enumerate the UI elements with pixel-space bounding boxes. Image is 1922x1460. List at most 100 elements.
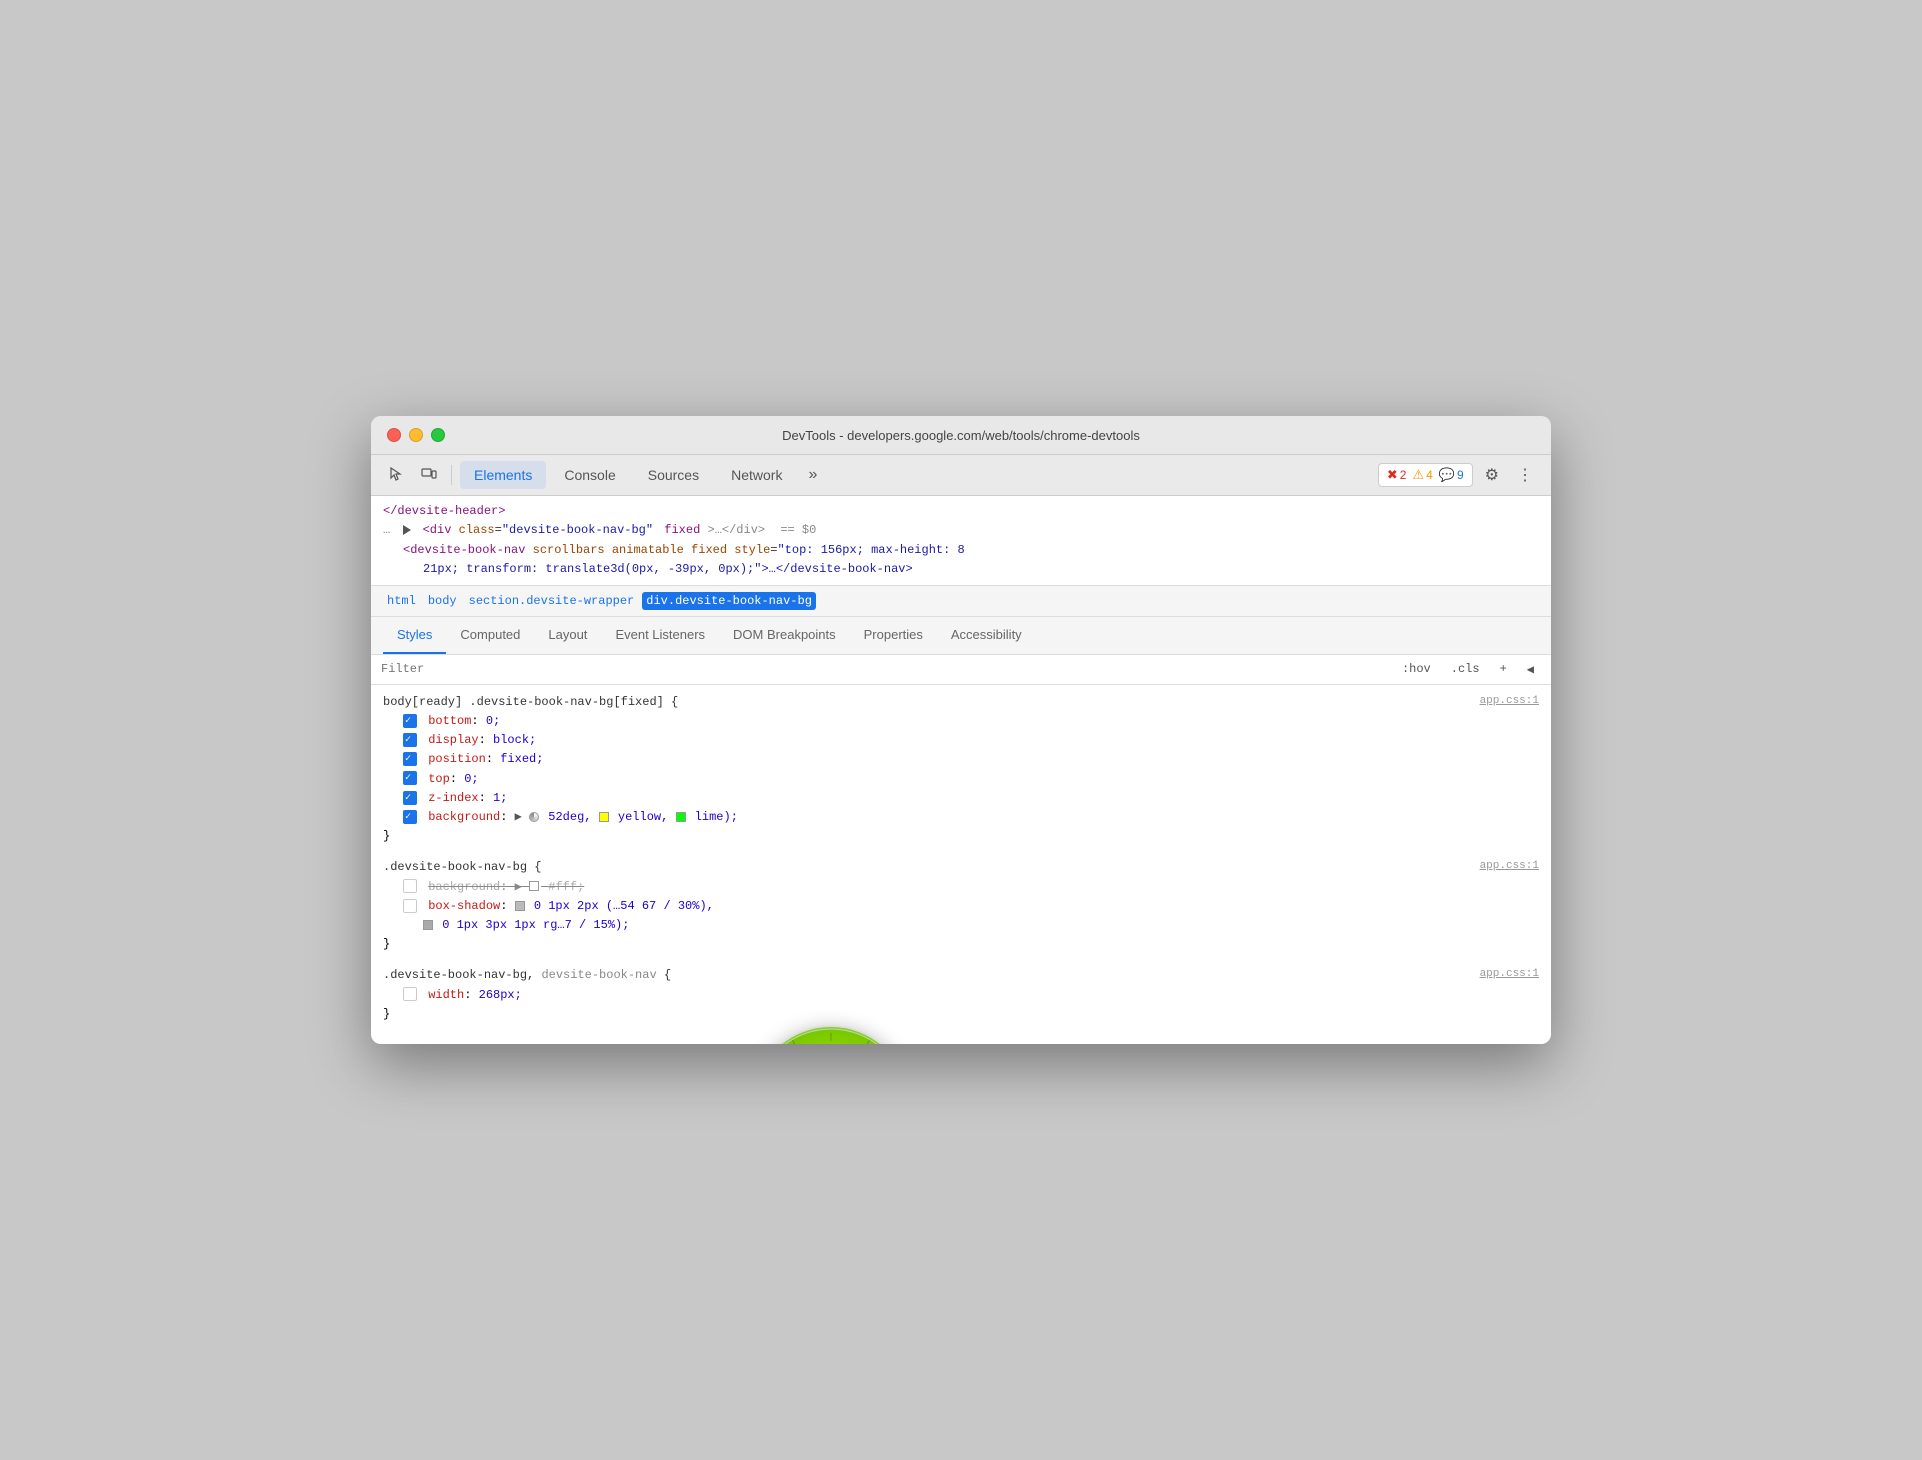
tab-dom-breakpoints[interactable]: DOM Breakpoints (719, 617, 850, 654)
css-rule-2: app.css:1 .devsite-book-nav-bg { backgro… (383, 858, 1539, 954)
maximize-button[interactable] (431, 428, 445, 442)
css-prop-width: width: 268px; (403, 986, 1539, 1005)
css-check-bg-fff[interactable] (403, 879, 417, 893)
settings-button[interactable]: ⚙ (1479, 461, 1505, 489)
filter-input[interactable] (381, 662, 1387, 676)
panel-tabs: Styles Computed Layout Event Listeners D… (371, 617, 1551, 655)
css-check-background[interactable] (403, 810, 417, 824)
selector-text-3c: { (664, 968, 671, 982)
css-rule-3: app.css:1 .devsite-book-nav-bg, devsite-… (383, 966, 1539, 1024)
traffic-lights (387, 428, 445, 442)
css-check-top[interactable] (403, 771, 417, 785)
prop-bg-fff-content: background: ▶ #fff; (428, 880, 584, 894)
tab-event-listeners[interactable]: Event Listeners (601, 617, 719, 654)
more-tabs-button[interactable]: » (800, 462, 825, 488)
dom-selected-marker: == (780, 523, 802, 537)
dom-line-3[interactable]: <devsite-book-nav scrollbars animatable … (383, 541, 1539, 560)
prop-name-display: display (428, 733, 478, 747)
prop-val-lime: lime); (695, 810, 738, 824)
css-prop-zindex: z-index: 1; (403, 789, 1539, 808)
filter-bar: :hov .cls + ◀ (371, 655, 1551, 685)
css-check-display[interactable] (403, 733, 417, 747)
prop-val-width: 268px; (479, 988, 522, 1002)
prop-val-zindex: 1; (493, 791, 507, 805)
device-toggle-button[interactable] (415, 462, 443, 489)
device-icon (421, 466, 437, 482)
gradient-expand-arrow[interactable]: ▶ (515, 810, 529, 824)
toggle-sidebar-button[interactable]: ◀ (1520, 659, 1541, 680)
prop-val-yellow: yellow, (618, 810, 676, 824)
window-title: DevTools - developers.google.com/web/too… (782, 428, 1140, 443)
css-content: app.css:1 body[ready] .devsite-book-nav-… (371, 685, 1551, 1044)
shadow-swatch-2 (423, 920, 433, 930)
css-rule-3-selector: .devsite-book-nav-bg, devsite-book-nav { (383, 966, 1539, 985)
prop-val-box-shadow-2: 0 1px 3px 1px rg…7 / 15%); (442, 918, 629, 932)
close-button[interactable] (387, 428, 401, 442)
dom-line-1: </devsite-header> (383, 502, 1539, 521)
minimize-button[interactable] (409, 428, 423, 442)
warn-icon: ⚠ (1412, 467, 1424, 483)
css-check-zindex[interactable] (403, 791, 417, 805)
css-rule-1: app.css:1 body[ready] .devsite-book-nav-… (383, 693, 1539, 847)
breadcrumb-section[interactable]: section.devsite-wrapper (465, 592, 639, 610)
tab-layout[interactable]: Layout (534, 617, 601, 654)
css-rule-3-file[interactable]: app.css:1 (1480, 966, 1539, 984)
tab-computed[interactable]: Computed (446, 617, 534, 654)
css-rule-1-file[interactable]: app.css:1 (1480, 693, 1539, 711)
tab-accessibility[interactable]: Accessibility (937, 617, 1036, 654)
dom-ellipsis-1: >…</div> (708, 523, 766, 537)
pointer-icon (389, 466, 405, 482)
css-rule-2-file[interactable]: app.css:1 (1480, 858, 1539, 876)
dom-expand-arrow[interactable] (403, 525, 411, 535)
css-prop-background: background: ▶ 52deg, yellow, lime); (403, 808, 1539, 827)
error-count: 2 (1400, 468, 1407, 482)
breadcrumb-body[interactable]: body (424, 592, 461, 610)
dom-line-4: 21px; transform: translate3d(0px, -39px,… (383, 560, 1539, 579)
css-rule-2-selector: .devsite-book-nav-bg { (383, 858, 1539, 877)
prop-name-width: width (428, 988, 464, 1002)
prop-name-top: top (428, 772, 450, 786)
add-rule-button[interactable]: + (1493, 659, 1514, 679)
css-prop-display: display: block; (403, 731, 1539, 750)
tab-elements[interactable]: Elements (460, 461, 546, 489)
breadcrumb: html body section.devsite-wrapper div.de… (371, 586, 1551, 617)
prop-val-box-shadow-1: 0 1px 2px (…54 67 / 30%), (534, 899, 714, 913)
dom-inspector: </devsite-header> … <div class="devsite-… (371, 496, 1551, 586)
selector-text-1: body[ready] .devsite-book-nav-bg[fixed] … (383, 695, 678, 709)
css-check-bottom[interactable] (403, 714, 417, 728)
css-rule-3-close: } (383, 1005, 1539, 1024)
dom-devsite-nav-tag: <devsite-book-nav (403, 543, 533, 557)
prop-val-position: fixed; (500, 752, 543, 766)
css-check-box-shadow[interactable] (403, 899, 417, 913)
css-scroll-container: app.css:1 body[ready] .devsite-book-nav-… (371, 685, 1551, 1044)
cls-button[interactable]: .cls (1444, 659, 1487, 679)
tab-network[interactable]: Network (717, 461, 796, 489)
css-prop-box-shadow-cont: 0 1px 3px 1px rg…7 / 15%); (423, 916, 1539, 935)
error-badge-group[interactable]: ✖ 2 ⚠ 4 💬 9 (1378, 463, 1473, 487)
breadcrumb-html[interactable]: html (383, 592, 420, 610)
css-check-width[interactable] (403, 987, 417, 1001)
prop-name-box-shadow: box-shadow (428, 899, 500, 913)
hov-button[interactable]: :hov (1395, 659, 1438, 679)
css-prop-bg-fff: background: ▶ #fff; (403, 878, 1539, 897)
selector-text-3b: devsite-book-nav (541, 968, 656, 982)
tab-console[interactable]: Console (550, 461, 629, 489)
title-bar: DevTools - developers.google.com/web/too… (371, 416, 1551, 455)
breadcrumb-div-active[interactable]: div.devsite-book-nav-bg (642, 592, 816, 610)
tab-properties[interactable]: Properties (850, 617, 937, 654)
dom-dots: … (383, 523, 390, 537)
main-toolbar: Elements Console Sources Network » ✖ 2 ⚠… (371, 455, 1551, 496)
dom-style-val: "top: 156px; max-height: 8 (777, 543, 964, 557)
css-check-position[interactable] (403, 752, 417, 766)
dom-line-2[interactable]: … <div class="devsite-book-nav-bg" fixed… (383, 521, 1539, 540)
dom-style-cont: 21px; transform: translate3d(0px, -39px,… (423, 562, 913, 576)
tab-styles[interactable]: Styles (383, 617, 446, 654)
dom-style-attr: style (734, 543, 770, 557)
prop-val-background: 52deg, (548, 810, 598, 824)
tab-sources[interactable]: Sources (634, 461, 713, 489)
more-options-button[interactable]: ⋮ (1511, 461, 1539, 489)
pointer-tool-button[interactable] (383, 462, 411, 489)
dom-close-tag: </devsite-header> (383, 504, 505, 518)
css-rule-3-props: width: 268px; (403, 986, 1539, 1005)
css-rule-2-props: background: ▶ #fff; box-shadow: 0 1px 2p… (403, 878, 1539, 936)
